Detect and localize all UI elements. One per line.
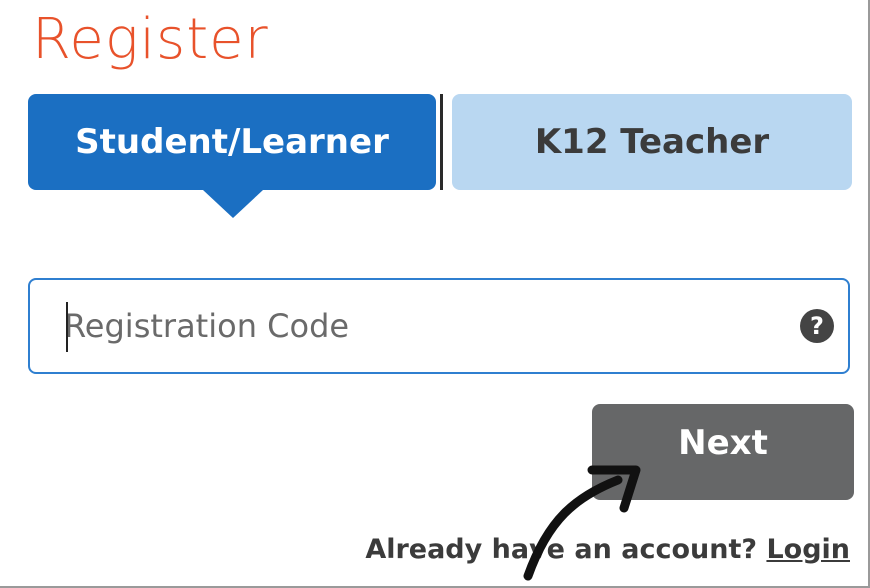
next-button[interactable]: Next — [592, 404, 854, 500]
tab-student-learner-label: Student/Learner — [75, 122, 389, 162]
page-title: Register — [32, 7, 269, 72]
text-cursor — [66, 302, 68, 352]
login-prompt: Already have an account? Login — [365, 528, 850, 572]
registration-code-field[interactable]: ? — [28, 278, 850, 374]
tab-divider — [440, 94, 443, 190]
login-prompt-text: Already have an account? — [365, 534, 767, 565]
registration-code-input[interactable] — [64, 280, 764, 372]
register-panel: Register Student/Learner K12 Teacher ? N… — [0, 0, 870, 588]
tab-student-learner[interactable]: Student/Learner — [28, 94, 436, 190]
login-link[interactable]: Login — [766, 534, 850, 565]
selected-tab-pointer — [203, 190, 263, 218]
help-question-icon[interactable]: ? — [800, 309, 834, 343]
tab-k12-teacher[interactable]: K12 Teacher — [452, 94, 852, 190]
tab-k12-teacher-label: K12 Teacher — [534, 122, 770, 162]
